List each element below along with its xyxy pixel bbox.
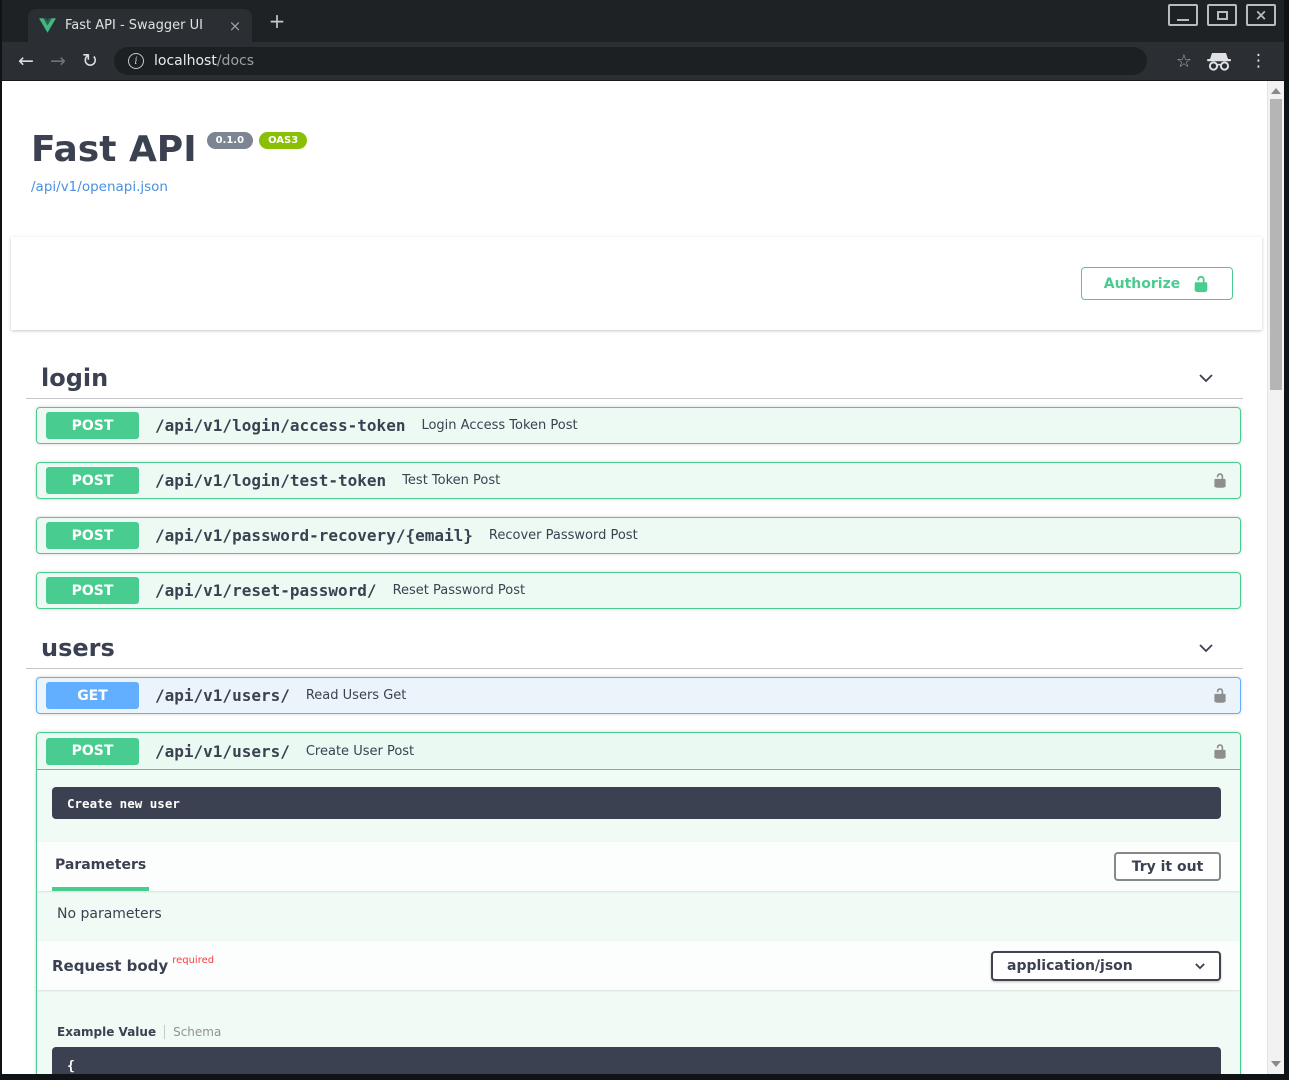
authorize-label: Authorize [1104, 276, 1180, 292]
url-text: localhost/docs [154, 53, 254, 69]
swagger-page: Fast API 0.1.0 OAS3 /api/v1/openapi.json A… [2, 81, 1267, 1074]
endpoint-row[interactable]: POST /api/v1/login/test-token Test Token… [36, 462, 1241, 499]
tag-title: login [41, 364, 108, 392]
endpoint-row[interactable]: POST /api/v1/login/access-token Login Ac… [36, 407, 1241, 444]
expanded-endpoint: POST /api/v1/users/ Create User Post Cre… [36, 732, 1241, 1074]
minimize-button[interactable] [1168, 4, 1198, 26]
try-it-out-button[interactable]: Try it out [1114, 852, 1221, 881]
browser-menu-icon[interactable]: ⋮ [1250, 51, 1267, 71]
required-label: required [172, 955, 214, 966]
scheme-container: Authorize [11, 237, 1262, 330]
api-info: Fast API 0.1.0 OAS3 /api/v1/openapi.json [2, 81, 1267, 196]
fastapi-favicon-icon [39, 18, 56, 33]
method-badge: POST [46, 738, 139, 765]
browser-tab[interactable]: Fast API - Swagger UI × [28, 9, 252, 42]
maximize-button[interactable] [1207, 4, 1237, 26]
page-viewport: Fast API 0.1.0 OAS3 /api/v1/openapi.json A… [2, 81, 1284, 1074]
parameters-label: Parameters [55, 857, 146, 873]
endpoint-summary: Test Token Post [402, 473, 500, 488]
forward-icon[interactable]: → [42, 50, 74, 72]
openapi-spec-link[interactable]: /api/v1/openapi.json [31, 178, 168, 196]
browser-window: Fast API - Swagger UI × + × ← → ↻ i loca… [0, 0, 1289, 1080]
unlocked-padlock-icon [1192, 275, 1210, 293]
incognito-icon [1206, 52, 1232, 71]
tab-title: Fast API - Swagger UI [65, 18, 226, 33]
method-badge: POST [46, 577, 139, 604]
endpoint-path: /api/v1/login/access-token [155, 416, 405, 435]
example-code-block: { [52, 1047, 1221, 1074]
auth-lock-icon[interactable] [1212, 472, 1228, 489]
browser-titlebar: Fast API - Swagger UI × + × [2, 0, 1284, 42]
tag-section-login: login POST /api/v1/login/access-token Lo… [26, 357, 1243, 609]
page-info-icon[interactable]: i [128, 53, 144, 69]
content-type-value: application/json [1007, 958, 1133, 974]
endpoint-path: /api/v1/password-recovery/{email} [155, 526, 473, 545]
operation-description: Create new user [52, 787, 1221, 819]
window-controls: × [1168, 4, 1276, 26]
endpoint-path: /api/v1/reset-password/ [155, 581, 377, 600]
endpoint-row[interactable]: POST /api/v1/users/ Create User Post [37, 733, 1240, 770]
endpoint-summary: Read Users Get [306, 688, 407, 703]
scroll-down-arrow[interactable] [1268, 1056, 1284, 1072]
parameters-header: Parameters Try it out [37, 842, 1240, 891]
endpoint-summary: Create User Post [306, 744, 414, 759]
no-parameters-text: No parameters [37, 891, 1240, 941]
example-value-tab[interactable]: Example Value [57, 1025, 156, 1039]
content-type-select[interactable]: application/json [991, 951, 1221, 981]
request-body-header: Request body required application/json [37, 941, 1240, 990]
chevron-down-icon[interactable] [1196, 368, 1216, 388]
parameters-tab: Parameters [52, 842, 149, 891]
url-path: /docs [217, 53, 254, 69]
new-tab-button[interactable]: + [264, 8, 290, 34]
endpoint-path: /api/v1/users/ [155, 686, 290, 705]
tag-title: users [41, 634, 115, 662]
model-example-tabs: Example Value Schema [37, 990, 1240, 1047]
method-badge: POST [46, 522, 139, 549]
authorize-button[interactable]: Authorize [1081, 267, 1233, 300]
chevron-down-icon[interactable] [1196, 638, 1216, 658]
page-scrollbar[interactable] [1267, 81, 1284, 1074]
scrollbar-thumb[interactable] [1270, 99, 1282, 390]
tab-divider [164, 1025, 165, 1039]
auth-lock-icon[interactable] [1212, 687, 1228, 704]
method-badge: POST [46, 412, 139, 439]
back-icon[interactable]: ← [10, 50, 42, 72]
schema-tab[interactable]: Schema [173, 1025, 221, 1039]
method-badge: POST [46, 467, 139, 494]
auth-lock-icon[interactable] [1212, 743, 1228, 760]
browser-toolbar: ← → ↻ i localhost/docs ☆ ⋮ [2, 42, 1284, 81]
scroll-up-arrow[interactable] [1268, 83, 1284, 99]
endpoint-summary: Login Access Token Post [421, 418, 577, 433]
request-body-label: Request body [52, 957, 168, 975]
close-window-button[interactable]: × [1246, 4, 1276, 26]
endpoint-summary: Recover Password Post [489, 528, 638, 543]
tag-header-users[interactable]: users [26, 627, 1243, 669]
endpoint-path: /api/v1/login/test-token [155, 471, 386, 490]
endpoint-row[interactable]: GET /api/v1/users/ Read Users Get [36, 677, 1241, 714]
endpoint-row[interactable]: POST /api/v1/password-recovery/{email} R… [36, 517, 1241, 554]
endpoint-path: /api/v1/users/ [155, 742, 290, 761]
tag-section-users: users GET /api/v1/users/ Read Users Get [26, 627, 1243, 1074]
oas3-badge: OAS3 [259, 132, 307, 149]
endpoint-summary: Reset Password Post [393, 583, 526, 598]
chevron-down-icon [1193, 959, 1207, 973]
version-badge: 0.1.0 [207, 132, 253, 149]
tag-header-login[interactable]: login [26, 357, 1243, 399]
reload-icon[interactable]: ↻ [74, 50, 106, 72]
bookmark-star-icon[interactable]: ☆ [1176, 51, 1192, 72]
method-badge: GET [46, 682, 139, 709]
tab-close-icon[interactable]: × [226, 17, 244, 35]
address-bar[interactable]: i localhost/docs [114, 47, 1147, 75]
endpoint-row[interactable]: POST /api/v1/reset-password/ Reset Passw… [36, 572, 1241, 609]
url-host: localhost [154, 53, 217, 69]
page-title: Fast API [31, 129, 197, 170]
